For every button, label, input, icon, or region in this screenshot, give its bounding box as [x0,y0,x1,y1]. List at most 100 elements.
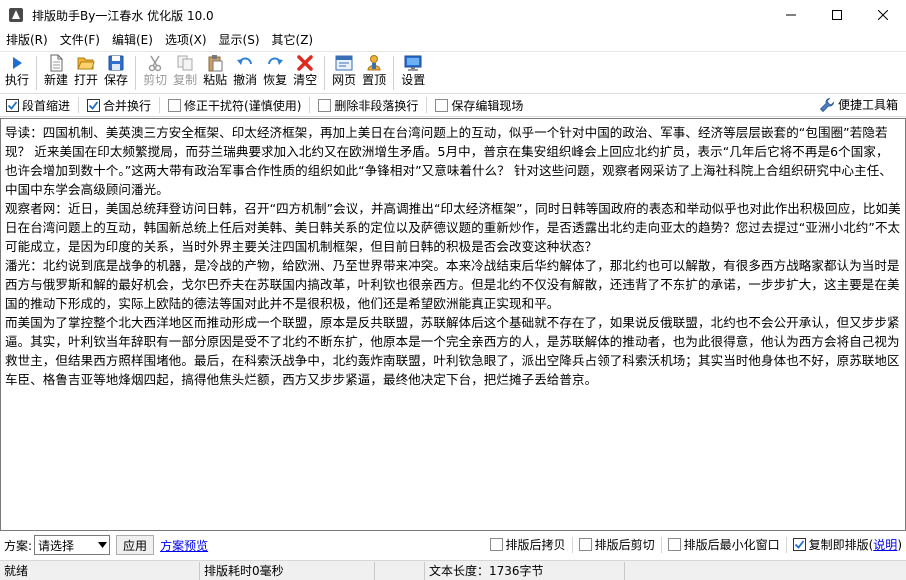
window-controls [768,0,906,30]
menu-bar: 排版(R) 文件(F) 编辑(E) 选项(X) 显示(S) 其它(Z) [0,30,906,50]
minimize-button[interactable] [768,0,814,30]
html-page-icon [335,55,353,71]
text-editor[interactable]: 导读：四国机制、美英澳三方安全框架、印太经济框架，再加上美日在台湾问题上的互动，… [0,118,906,531]
menu-edit[interactable]: 编辑(E) [106,30,159,50]
checkmark-icon [88,100,99,110]
option-separator [426,97,428,113]
copy-after-option[interactable]: 排版后拷贝 [489,536,566,553]
indent-option[interactable]: 段首缩进 [6,97,70,114]
title-bar: 排版助手By一江春水 优化版 10.0 [0,0,906,30]
scheme-label: 方案: [4,538,33,553]
copy-button[interactable]: 复制 [170,52,200,92]
paste-button[interactable]: 粘贴 [200,52,230,92]
fix-break-option[interactable]: 修正干扰符(谨慎使用) [168,97,301,114]
cut-after-option[interactable]: 排版后剪切 [578,536,655,553]
play-icon [13,57,22,69]
delete-nonpara-checkbox[interactable] [318,98,332,112]
app-icon [9,8,23,22]
menu-typeset[interactable]: 排版(R) [0,30,54,50]
minimize-after-option[interactable]: 排版后最小化窗口 [667,536,780,553]
cut-after-label: 排版后剪切 [594,538,655,552]
help-link[interactable]: 说明 [873,536,897,553]
minimize-after-checkbox[interactable] [667,538,681,551]
after-typeset-options: 排版后拷贝 排版后剪切 排版后最小化窗口 复制即排版 (说明) [489,536,902,553]
paragraph: 潘光：北约说到底是战争的机器，是冷战的产物，给欧洲、乃至世界带来冲突。本来冷战结… [5,258,900,311]
status-state: 就绪 [0,561,200,580]
status-length: 文本长度：1736字节 [425,561,625,580]
apply-button[interactable]: 应用 [116,535,155,555]
new-document-icon [50,54,63,72]
fix-break-checkbox[interactable] [168,98,182,112]
merge-label: 合并换行 [103,98,152,113]
copy-immediate-checkbox[interactable] [792,538,806,551]
floppy-save-icon [108,55,124,71]
cut-button[interactable]: 剪切 [140,52,170,92]
scheme-preview-link[interactable]: 方案预览 [160,537,208,554]
indent-label: 段首缩进 [22,98,71,113]
delete-nonpara-label: 删除非段落换行 [334,98,419,113]
run-button[interactable]: 执行 [2,52,32,92]
clear-button[interactable]: 清空 [290,52,320,92]
minimize-after-label: 排版后最小化窗口 [683,538,780,552]
red-x-icon [297,55,313,71]
undo-button[interactable]: 撤消 [230,52,260,92]
copy-after-label: 排版后拷贝 [505,538,566,552]
scheme-bar: 方案: 请选择 应用 方案预览 排版后拷贝 排版后剪切 排版后最小化窗口 复制即… [0,532,906,558]
help-paren-close: ) [897,537,902,552]
cut-after-checkbox[interactable] [578,538,592,551]
window-title: 排版助手By一江春水 优化版 10.0 [32,8,214,23]
paragraph: 导读：四国机制、美英澳三方安全框架、印太经济框架，再加上美日在台湾问题上的互动，… [5,125,892,197]
status-length-text: 文本长度：1736字节 [429,564,544,578]
keep-scene-option[interactable]: 保存编辑现场 [435,97,523,114]
status-blank [375,561,425,580]
new-button[interactable]: 新建 [41,52,71,92]
copy-immediate-option[interactable]: 复制即排版 (说明) [792,536,902,553]
checkmark-icon [794,540,804,549]
checkmark-icon [7,100,18,110]
undo-icon [237,57,253,65]
open-button[interactable]: 打开 [71,52,101,92]
menu-options[interactable]: 选项(X) [159,30,213,50]
redo-button[interactable]: 恢复 [260,52,290,92]
menu-file[interactable]: 文件(F) [54,30,106,50]
status-time: 排版耗时0毫秒 [200,561,375,580]
menu-other[interactable]: 其它(Z) [266,30,320,50]
menu-display[interactable]: 显示(S) [213,30,266,50]
redo-icon [268,57,284,65]
save-button[interactable]: 保存 [101,52,131,92]
pin-top-button[interactable]: 置顶 [359,52,389,92]
option-separator [785,536,787,553]
maximize-button[interactable] [814,0,860,30]
close-icon [878,10,888,20]
folder-open-icon [77,57,95,70]
keep-scene-checkbox[interactable] [435,98,449,112]
toolbar-separator [36,56,38,90]
option-separator [159,97,161,113]
merge-option[interactable]: 合并换行 [87,97,151,114]
status-state-text: 就绪 [4,564,29,578]
copy-immediate-label: 复制即排版 [808,538,869,552]
wrench-icon [819,97,834,112]
status-bar: 就绪 排版耗时0毫秒 文本长度：1736字节 [0,560,906,580]
toolbox-button[interactable]: 便捷工具箱 [819,96,898,113]
toolbar-separator [324,56,326,90]
status-time-text: 排版耗时0毫秒 [204,564,284,578]
merge-checkbox[interactable] [87,98,101,112]
scheme-select[interactable]: 请选择 [34,535,111,555]
web-button[interactable]: 网页 [329,52,359,92]
delete-nonpara-option[interactable]: 删除非段落换行 [318,97,418,114]
close-button[interactable] [860,0,906,30]
clipboard-paste-icon [208,55,223,72]
option-separator [660,536,662,553]
option-separator [571,536,573,553]
user-pin-icon [367,55,381,71]
toolbar-separator [135,56,137,90]
monitor-settings-icon [404,55,422,71]
indent-checkbox[interactable] [6,98,19,112]
dropdown-arrow-icon [98,542,108,548]
toolbar-separator [393,56,395,90]
status-extra [625,562,906,580]
option-separator [309,97,311,113]
settings-button[interactable]: 设置 [398,52,428,92]
copy-after-checkbox[interactable] [489,538,503,551]
